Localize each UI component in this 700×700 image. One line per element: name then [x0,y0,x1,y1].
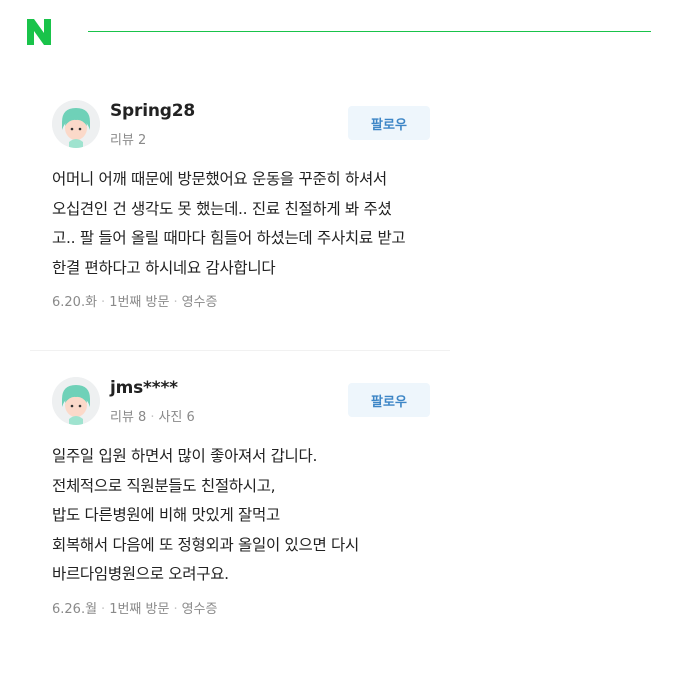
review-text: 일주일 입원 하면서 많이 좋아져서 갑니다. 전체적으로 직원분들도 친절하시… [52,442,447,590]
visit-count: 1번째 방문 [109,295,170,310]
review-line: 어머니 어깨 때문에 방문했어요 운동을 꾸준히 하셔서 [52,170,387,188]
review-text: 어머니 어깨 때문에 방문했어요 운동을 꾸준히 하셔서 오십견인 건 생각도 … [52,165,447,283]
visit-date: 6.26.월 [52,602,98,617]
review-line: 일주일 입원 하면서 많이 좋아져서 갑니다. [52,447,318,465]
separator-dot: · [150,410,155,425]
review-count: 리뷰 8 [110,410,147,425]
receipt-label: 영수증 [181,295,218,310]
visit-date: 6.20.화 [52,295,98,310]
separator-dot: · [101,295,106,310]
reviewer-meta: 리뷰 2 [110,129,146,148]
review-line: 고.. 팔 들어 올릴 때마다 힘들어 하셨는데 주사치료 받고 [52,229,406,247]
reviewer-username[interactable]: jms**** [110,378,178,398]
review-count: 리뷰 2 [110,133,147,148]
review-divider [30,350,450,351]
review-line: 오십견인 건 생각도 못 했는데.. 진료 친절하게 봐 주셨 [52,199,392,218]
review-footer: 6.20.화 · 1번째 방문 · 영수증 [52,291,217,310]
separator-dot: · [173,295,178,310]
header-divider [88,31,651,32]
follow-button[interactable]: 팔로우 [348,106,430,140]
naver-logo-icon[interactable] [25,19,53,45]
photo-count: 사진 6 [158,410,195,425]
top-bar [0,0,700,60]
separator-dot: · [101,602,106,617]
follow-button[interactable]: 팔로우 [348,383,430,417]
visit-count: 1번째 방문 [109,602,170,617]
avatar[interactable] [52,100,100,148]
receipt-label: 영수증 [181,602,218,617]
separator-dot: · [173,602,178,617]
review-line: 전체적으로 직원분들도 친절하시고, [52,476,276,495]
review-line: 바르다임병원으로 오려구요. [52,565,229,583]
review-card: jms**** 리뷰 8 · 사진 6 팔로우 일주일 입원 하면서 많이 좋아져서… [35,362,451,632]
review-line: 한결 편하다고 하시네요 감사합니다 [52,258,276,277]
review-footer: 6.26.월 · 1번째 방문 · 영수증 [52,598,217,617]
review-line: 회복해서 다음에 또 정형외과 올일이 있으면 다시 [52,535,359,554]
avatar-face-icon [52,377,100,425]
reviewer-meta: 리뷰 8 · 사진 6 [110,406,195,425]
avatar[interactable] [52,377,100,425]
review-line: 밥도 다른병원에 비해 맛있게 잘먹고 [52,506,280,524]
review-card: Spring28 리뷰 2 팔로우 어머니 어깨 때문에 방문했어요 운동을 꾸… [35,85,451,350]
avatar-face-icon [52,100,100,148]
reviewer-username[interactable]: Spring28 [110,101,195,121]
